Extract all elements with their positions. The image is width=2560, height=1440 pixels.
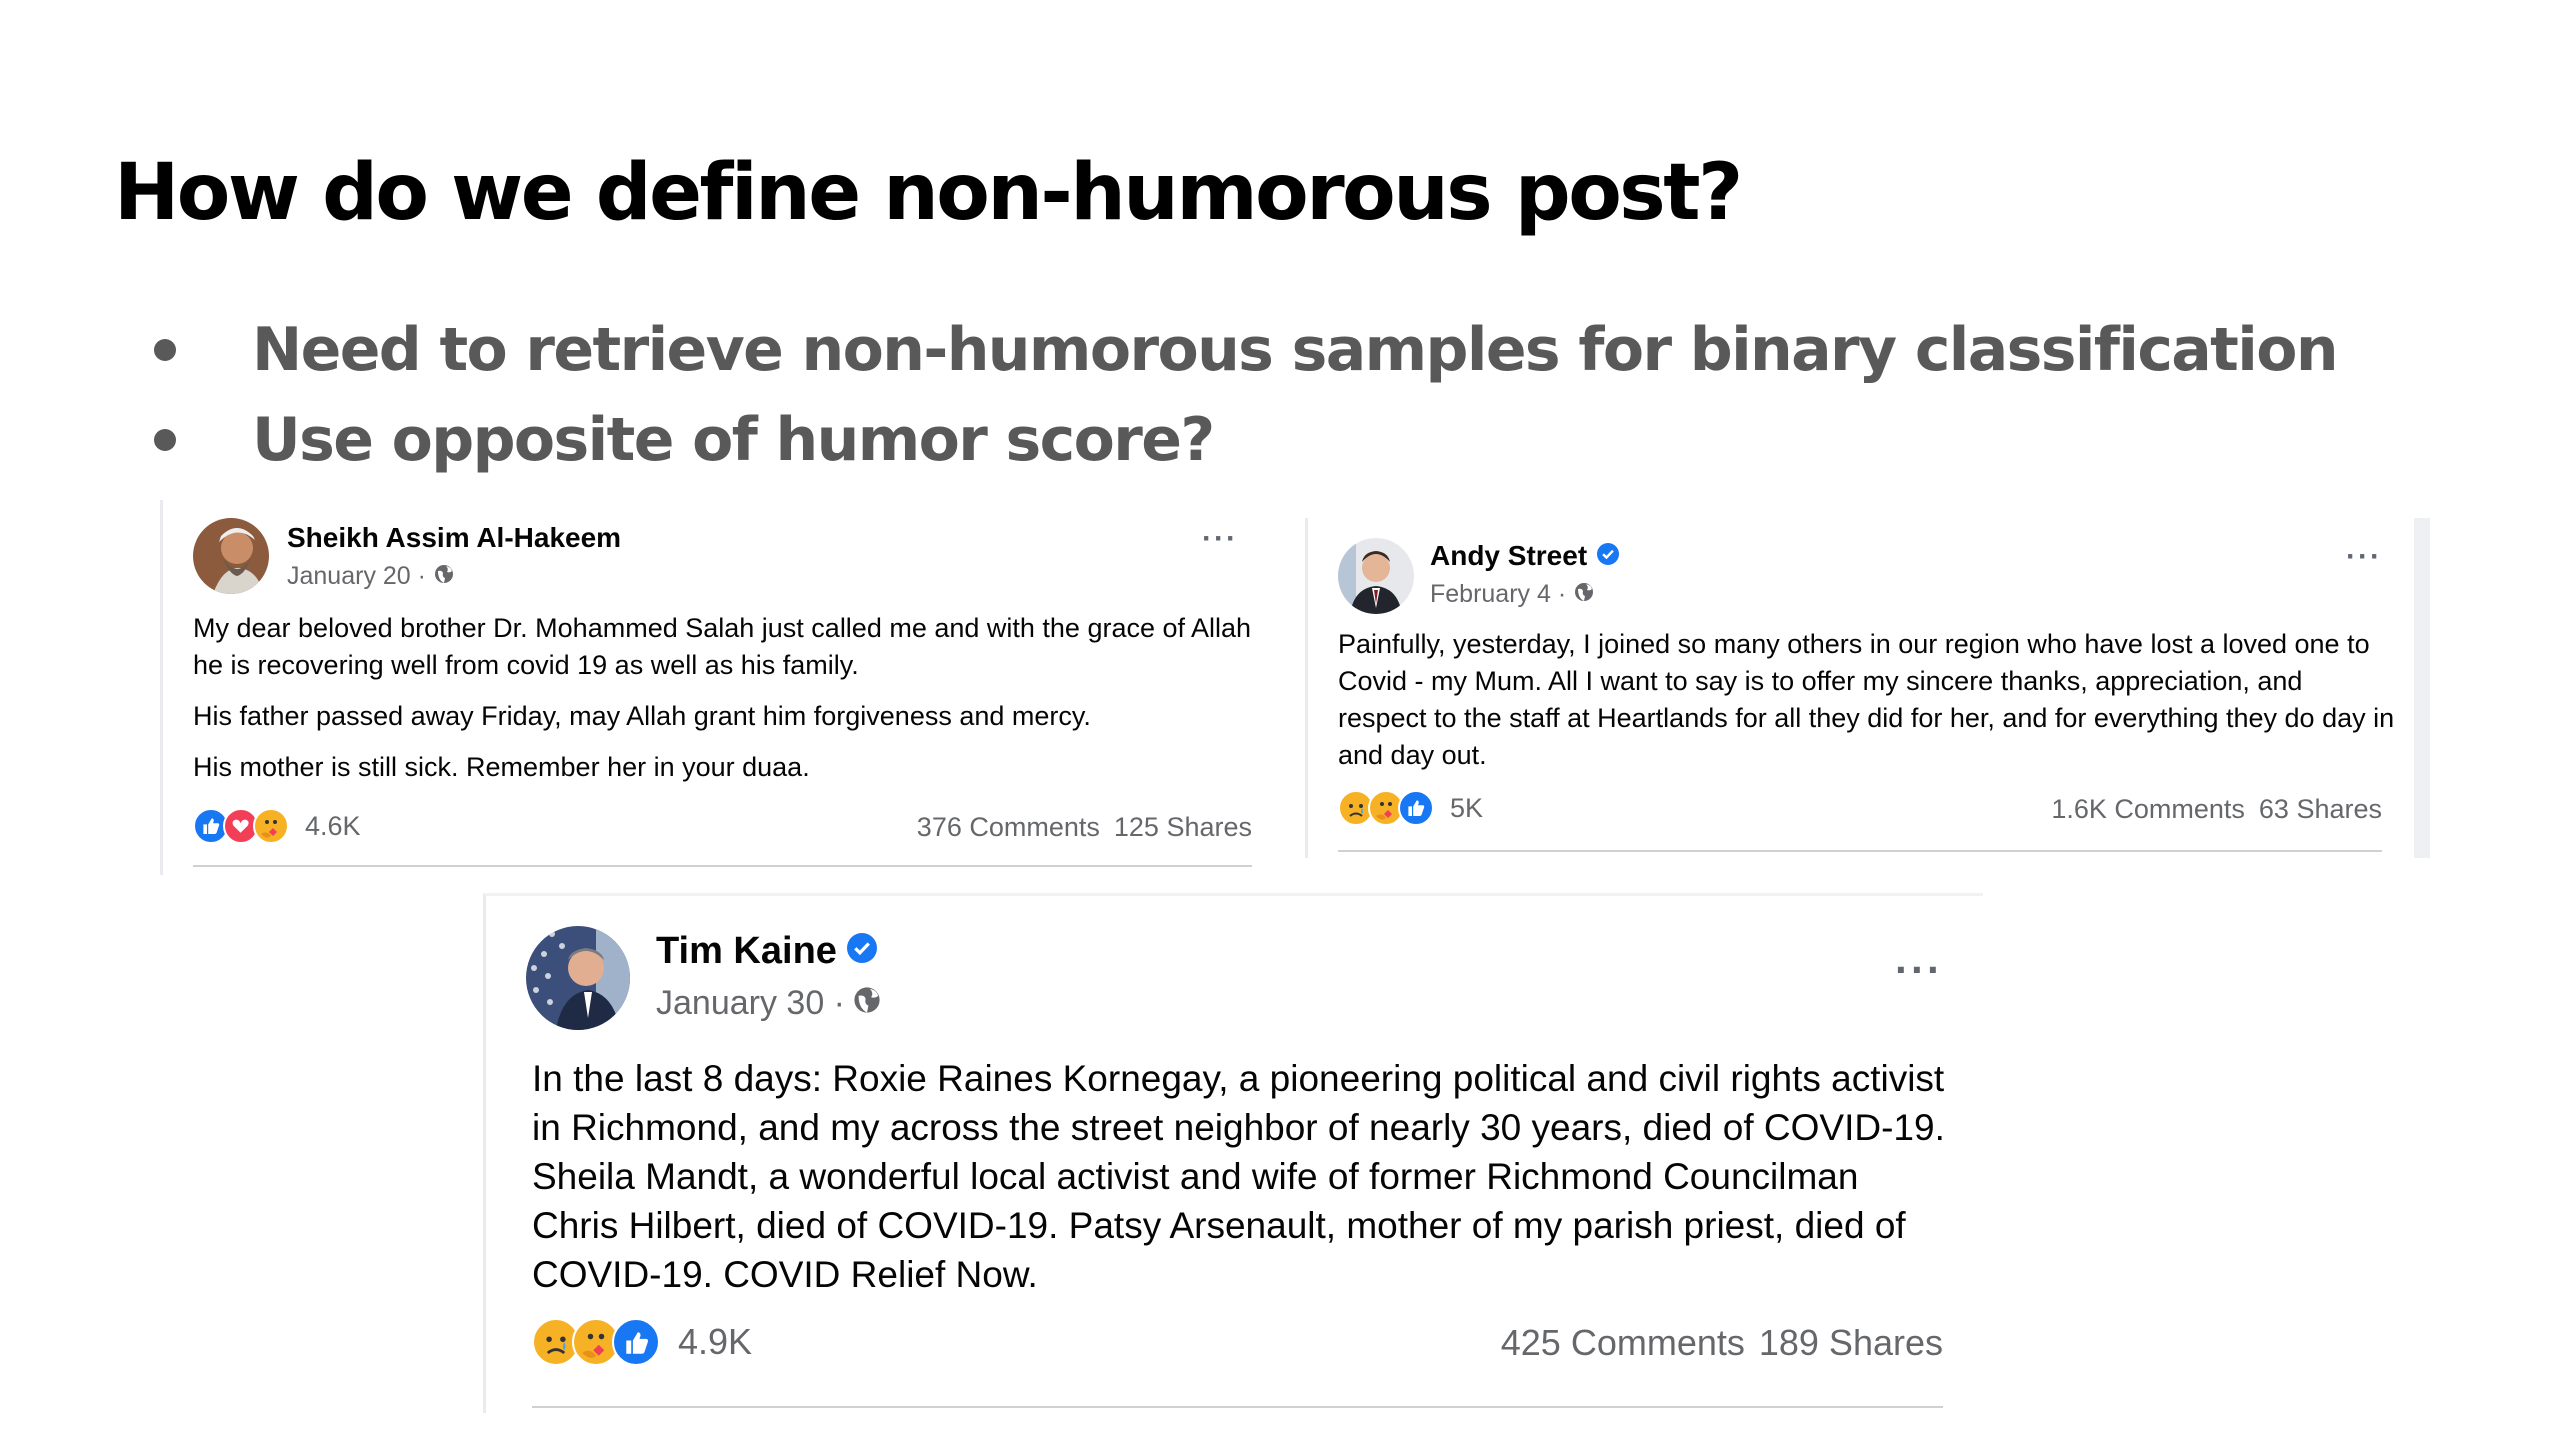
care-icon: [253, 808, 289, 844]
slide-title: How do we define non-humorous post?: [114, 148, 1743, 238]
bullet-text: Need to retrieve non-humorous samples fo…: [252, 315, 2339, 385]
divider: [1338, 850, 2382, 852]
bullet-list: Need to retrieve non-humorous samples fo…: [140, 305, 2339, 485]
globe-icon: [1574, 580, 1594, 609]
like-icon: [1398, 790, 1434, 826]
avatar[interactable]: [193, 518, 269, 594]
post-paragraph: In the last 8 days: Roxie Raines Kornega…: [532, 1058, 1945, 1295]
globe-icon: [853, 984, 881, 1023]
post-meta: January 20 ·: [287, 562, 454, 591]
post-body: In the last 8 days: Roxie Raines Kornega…: [532, 1054, 1952, 1299]
bullet-dot-icon: [154, 339, 176, 361]
post-date[interactable]: January 20 ·: [287, 562, 426, 591]
facebook-post-assim: Sheikh Assim Al-Hakeem January 20 · ··· …: [160, 500, 1290, 875]
avatar[interactable]: [526, 926, 630, 1030]
shares-count[interactable]: 125 Shares: [1114, 812, 1252, 842]
post-meta: January 30 ·: [656, 984, 881, 1023]
comments-count[interactable]: 376 Comments: [917, 812, 1100, 842]
facebook-post-tim-kaine: Tim Kaine January 30 · ··· In the last 8…: [483, 893, 1983, 1413]
post-stats: 1.6K Comments 63 Shares: [2051, 794, 2382, 825]
divider: [193, 865, 1252, 867]
comments-count[interactable]: 425 Comments: [1501, 1322, 1745, 1363]
author-name[interactable]: Andy Street: [1430, 540, 1587, 572]
verified-badge-icon: [846, 930, 877, 973]
bullet-item: Need to retrieve non-humorous samples fo…: [140, 305, 2339, 395]
reaction-count[interactable]: 5K: [1450, 793, 1483, 824]
post-author[interactable]: Tim Kaine: [656, 930, 877, 973]
more-options-icon[interactable]: ···: [2346, 540, 2382, 574]
comments-count[interactable]: 1.6K Comments: [2051, 794, 2245, 824]
reaction-count[interactable]: 4.9K: [678, 1321, 752, 1363]
more-options-icon[interactable]: ···: [1895, 946, 1943, 994]
post-author[interactable]: Andy Street: [1430, 540, 1620, 572]
bullet-item: Use opposite of humor score?: [140, 395, 2337, 485]
author-name[interactable]: Tim Kaine: [656, 930, 837, 973]
avatar[interactable]: [1338, 538, 1414, 614]
post-body: My dear beloved brother Dr. Mohammed Sal…: [193, 610, 1263, 800]
verified-badge-icon: [1597, 540, 1620, 572]
post-stats: 425 Comments 189 Shares: [1501, 1322, 1943, 1364]
post-paragraph: His father passed away Friday, may Allah…: [193, 701, 1091, 731]
post-stats: 376 Comments 125 Shares: [917, 812, 1252, 843]
post-date[interactable]: February 4 ·: [1430, 580, 1566, 609]
shares-count[interactable]: 189 Shares: [1759, 1322, 1943, 1363]
bullet-dot-icon: [154, 429, 176, 451]
facebook-post-andy-street: Andy Street February 4 · ··· Painfully, …: [1305, 518, 2430, 858]
reaction-count[interactable]: 4.6K: [305, 811, 361, 842]
post-body: Painfully, yesterday, I joined so many o…: [1338, 626, 2398, 774]
post-author[interactable]: Sheikh Assim Al-Hakeem: [287, 522, 621, 554]
globe-icon: [434, 562, 454, 591]
more-options-icon[interactable]: ···: [1202, 522, 1238, 556]
shares-count[interactable]: 63 Shares: [2259, 794, 2382, 824]
post-paragraph: My dear beloved brother Dr. Mohammed Sal…: [193, 613, 1252, 680]
post-paragraph: His mother is still sick. Remember her i…: [193, 752, 810, 782]
reaction-summary[interactable]: 4.9K: [532, 1318, 752, 1366]
post-meta: February 4 ·: [1430, 580, 1594, 609]
like-icon: [612, 1318, 660, 1366]
post-date[interactable]: January 30 ·: [656, 984, 845, 1023]
bullet-text: Use opposite of humor score?: [252, 405, 1215, 475]
post-paragraph: Painfully, yesterday, I joined so many o…: [1338, 629, 2395, 770]
divider: [532, 1406, 1943, 1408]
reaction-summary[interactable]: 5K: [1338, 790, 1483, 826]
author-name[interactable]: Sheikh Assim Al-Hakeem: [287, 522, 621, 554]
reaction-summary[interactable]: 4.6K: [193, 808, 361, 844]
